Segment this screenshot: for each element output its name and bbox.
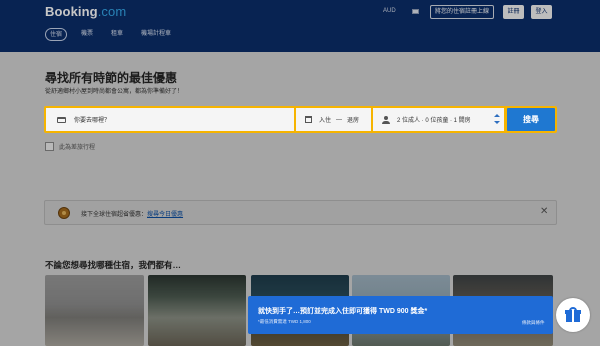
tab-flights[interactable]: 機票 bbox=[77, 28, 97, 41]
tab-airport-taxi[interactable]: 機場計程車 bbox=[137, 28, 175, 41]
gift-icon bbox=[565, 307, 581, 323]
tab-car-rental[interactable]: 租車 bbox=[107, 28, 127, 41]
destination-field[interactable]: 你要去哪裡？ bbox=[46, 108, 294, 131]
promo-text: 接下全球住宿超省優惠：搜尋今日優惠 bbox=[81, 209, 183, 218]
reward-subtitle: *最低消費需達 TWD 1,800 bbox=[258, 319, 311, 324]
search-bar: 你要去哪裡？ 入住 — 退房 2 位成人 · 0 位孩童 · 1 間房 搜尋 bbox=[44, 106, 557, 133]
section-title: 不論您想尋找哪種住宿，我們都有… bbox=[45, 260, 182, 270]
property-type-image-1[interactable] bbox=[45, 275, 144, 346]
top-header: Booking.com AUD 將您的住宿註冊上線 註冊 登入 住宿 機票 租車… bbox=[0, 0, 600, 52]
business-trip-checkbox[interactable] bbox=[45, 142, 54, 151]
search-button[interactable]: 搜尋 bbox=[507, 108, 555, 131]
guests-field[interactable]: 2 位成人 · 0 位孩童 · 1 間房 bbox=[373, 108, 504, 131]
business-trip-label: 此為差旅行程 bbox=[59, 145, 96, 151]
checkout-label: 退房 bbox=[347, 118, 360, 124]
logo-main: Booking bbox=[45, 4, 98, 19]
promo-message: 接下全球住宿超省優惠： bbox=[81, 212, 148, 218]
reward-title: 就快到手了…預訂並完成入住即可獲得 TWD 900 獎金* bbox=[258, 308, 428, 315]
reward-banner[interactable]: 就快到手了…預訂並完成入住即可獲得 TWD 900 獎金* *最低消費需達 TW… bbox=[248, 296, 553, 334]
gift-button[interactable] bbox=[556, 298, 590, 332]
guests-summary: 2 位成人 · 0 位孩童 · 1 間房 bbox=[397, 118, 471, 124]
deal-badge-icon bbox=[58, 207, 70, 219]
language-flag-icon[interactable] bbox=[412, 9, 419, 14]
hero-title: 尋找所有時節的最佳優惠 bbox=[45, 71, 178, 85]
promo-banner: 接下全球住宿超省優惠：搜尋今日優惠 ✕ bbox=[44, 200, 557, 225]
chevron-up-down-icon bbox=[494, 114, 500, 124]
calendar-icon bbox=[305, 116, 312, 123]
register-button[interactable]: 註冊 bbox=[503, 5, 524, 19]
checkin-label: 入住 bbox=[319, 118, 332, 124]
date-field[interactable]: 入住 — 退房 bbox=[296, 108, 371, 131]
close-icon[interactable]: ✕ bbox=[540, 207, 548, 217]
bed-icon bbox=[57, 116, 66, 123]
tab-stays[interactable]: 住宿 bbox=[45, 28, 68, 41]
booking-logo[interactable]: Booking.com bbox=[45, 4, 126, 19]
nav-tabs: 住宿 機票 租車 機場計程車 bbox=[45, 28, 175, 48]
hero-subtitle: 從舒適鄉村小屋到時尚都會公寓，都為你準備好了！ bbox=[45, 89, 184, 95]
login-button[interactable]: 登入 bbox=[531, 5, 552, 19]
promo-link[interactable]: 搜尋今日優惠 bbox=[147, 212, 183, 218]
person-icon bbox=[382, 115, 390, 124]
property-type-image-2[interactable] bbox=[148, 275, 246, 346]
destination-placeholder: 你要去哪裡？ bbox=[74, 118, 111, 124]
date-separator: — bbox=[336, 116, 343, 123]
logo-suffix: .com bbox=[97, 4, 127, 19]
list-property-button[interactable]: 將您的住宿註冊上線 bbox=[430, 5, 495, 19]
terms-link[interactable]: 條款與條件 bbox=[522, 320, 545, 326]
business-trip-option[interactable]: 此為差旅行程 bbox=[45, 142, 95, 151]
currency-selector[interactable]: AUD bbox=[383, 8, 396, 14]
